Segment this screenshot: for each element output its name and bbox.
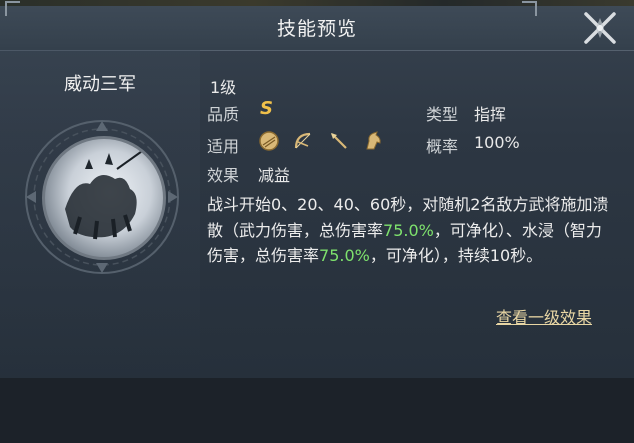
skill-description: 战斗开始0、20、40、60秒，对随机2名敌方武将施加溃散（武力伤害，总伤害率7… [207, 192, 617, 269]
corner-ornament-icon [522, 1, 537, 16]
horse-icon [366, 131, 381, 150]
chance-label: 概率 [426, 137, 459, 156]
effect-value: 减益 [258, 166, 291, 185]
quality-label: 品质 [207, 105, 240, 124]
skill-name: 威动三军 [64, 74, 136, 95]
skill-level: 1级 [210, 78, 237, 97]
close-icon [584, 12, 616, 44]
type-label: 类型 [426, 105, 459, 124]
skill-portrait [42, 136, 166, 260]
quality-grade: S [260, 98, 273, 119]
bow-icon [294, 132, 311, 149]
effect-label: 效果 [207, 166, 240, 185]
close-button[interactable] [580, 8, 620, 48]
damage-rate-highlight: 75.0% [383, 220, 434, 240]
damage-rate-highlight: 75.0% [319, 246, 370, 265]
applicable-label: 适用 [207, 137, 240, 156]
view-level1-effect-link[interactable]: 查看一级效果 [496, 304, 592, 328]
shield-icon [259, 131, 279, 151]
chance-value: 100% [474, 133, 520, 152]
bottom-area [0, 378, 634, 443]
description-text: ，可净化），持续10秒。 [369, 246, 543, 265]
spear-icon [331, 133, 347, 149]
cavalry-art-icon [65, 148, 146, 240]
dialog-title: 技能预览 [276, 18, 357, 40]
type-value: 指挥 [474, 105, 507, 124]
corner-ornament-icon [5, 1, 20, 16]
